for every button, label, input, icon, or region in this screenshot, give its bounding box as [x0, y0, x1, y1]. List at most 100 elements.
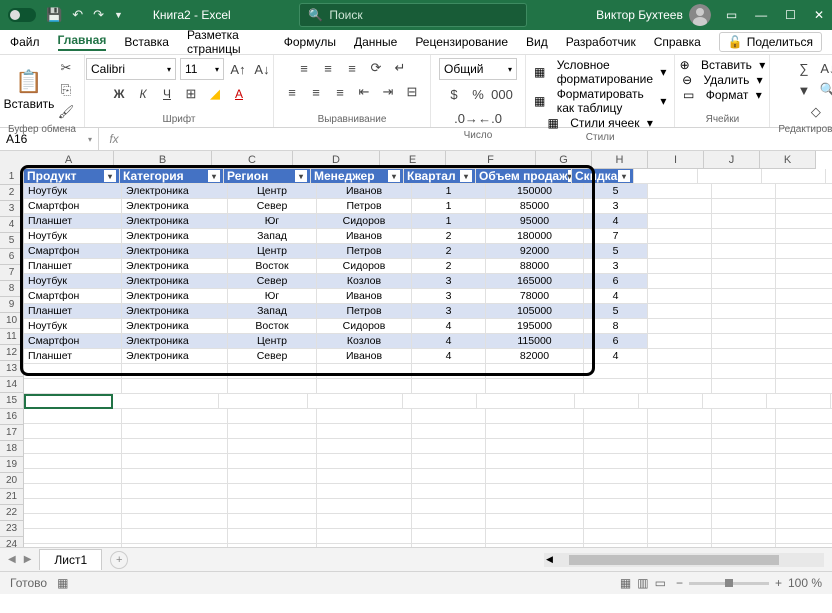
cell[interactable]: 3	[584, 259, 648, 274]
cell[interactable]: 4	[412, 334, 486, 349]
cell[interactable]	[317, 439, 412, 454]
cell[interactable]: 165000	[486, 274, 584, 289]
row-header[interactable]: 12	[0, 345, 24, 361]
cell[interactable]	[712, 364, 776, 379]
cell[interactable]	[648, 214, 712, 229]
row-header[interactable]: 6	[0, 249, 24, 265]
cell[interactable]: Смартфон	[24, 199, 122, 214]
delete-cells-button[interactable]: ⊖ Удалить ▾	[682, 73, 763, 87]
cell[interactable]: 180000	[486, 229, 584, 244]
cell[interactable]	[584, 529, 648, 544]
cell[interactable]: 6	[584, 274, 648, 289]
cell[interactable]	[712, 274, 776, 289]
row-header[interactable]: 17	[0, 425, 24, 441]
cell[interactable]	[412, 424, 486, 439]
cell[interactable]	[412, 499, 486, 514]
page-layout-icon[interactable]: ▥	[637, 576, 648, 590]
cell[interactable]	[317, 514, 412, 529]
cell[interactable]: Иванов	[317, 289, 412, 304]
cell[interactable]: Электроника	[122, 289, 228, 304]
cell[interactable]	[24, 484, 122, 499]
cell[interactable]	[317, 469, 412, 484]
cell[interactable]	[317, 364, 412, 379]
align-center-icon[interactable]: ≡	[306, 82, 326, 102]
cell[interactable]: 1	[412, 199, 486, 214]
cell[interactable]	[477, 394, 575, 409]
add-sheet-button[interactable]: +	[110, 551, 128, 569]
cell[interactable]: 7	[584, 229, 648, 244]
cell[interactable]	[486, 364, 584, 379]
cell[interactable]	[584, 469, 648, 484]
cell[interactable]: 4	[412, 349, 486, 364]
cell[interactable]	[648, 349, 712, 364]
cell[interactable]: Электроника	[122, 214, 228, 229]
cell[interactable]	[648, 484, 712, 499]
cell[interactable]	[228, 529, 317, 544]
cell[interactable]	[826, 169, 832, 184]
cell[interactable]	[648, 304, 712, 319]
tab-data[interactable]: Данные	[354, 35, 397, 49]
cell[interactable]: Центр	[228, 334, 317, 349]
cell[interactable]: 3	[412, 274, 486, 289]
zoom-slider[interactable]	[689, 582, 769, 585]
format-as-table-button[interactable]: ▦ Форматировать как таблицу ▾	[534, 87, 666, 115]
align-bottom-icon[interactable]: ≡	[342, 58, 362, 78]
format-cells-button[interactable]: ▭ Формат ▾	[683, 88, 762, 102]
cell[interactable]	[228, 439, 317, 454]
cell[interactable]: Ноутбук	[24, 229, 122, 244]
row-header[interactable]: 7	[0, 265, 24, 281]
cell[interactable]: 4	[584, 214, 648, 229]
cell[interactable]	[712, 424, 776, 439]
cell[interactable]: 85000	[486, 199, 584, 214]
font-name-select[interactable]: Calibri▾	[86, 58, 176, 80]
cell[interactable]	[24, 529, 122, 544]
cell[interactable]	[584, 544, 648, 547]
cell[interactable]	[24, 514, 122, 529]
cell[interactable]	[767, 394, 831, 409]
cell[interactable]: 82000	[486, 349, 584, 364]
scrollbar-thumb[interactable]	[569, 555, 779, 565]
conditional-formatting-button[interactable]: ▦ Условное форматирование ▾	[534, 58, 666, 86]
cell[interactable]: Козлов	[317, 274, 412, 289]
cell[interactable]: 2	[412, 259, 486, 274]
cell[interactable]	[122, 424, 228, 439]
cell[interactable]	[412, 379, 486, 394]
cell[interactable]: Петров	[317, 199, 412, 214]
cell[interactable]: Центр	[228, 184, 317, 199]
cell[interactable]	[486, 469, 584, 484]
cell[interactable]	[122, 499, 228, 514]
cell[interactable]	[712, 544, 776, 547]
increase-indent-icon[interactable]: ⇥	[378, 82, 398, 102]
cell[interactable]	[712, 244, 776, 259]
comma-icon[interactable]: 000	[492, 84, 512, 104]
tab-formulas[interactable]: Формулы	[284, 35, 336, 49]
cell[interactable]	[584, 499, 648, 514]
cell[interactable]	[712, 304, 776, 319]
cell[interactable]	[24, 439, 122, 454]
cell[interactable]	[776, 424, 832, 439]
macro-icon[interactable]: ▦	[57, 576, 68, 590]
cell[interactable]: Сидоров	[317, 214, 412, 229]
cell[interactable]	[122, 409, 228, 424]
filter-dropdown-icon[interactable]: ▾	[388, 170, 400, 182]
cell[interactable]	[228, 424, 317, 439]
row-header[interactable]: 18	[0, 441, 24, 457]
cell[interactable]	[776, 484, 832, 499]
zoom-out-icon[interactable]: −	[676, 576, 683, 590]
cell[interactable]: 2	[412, 244, 486, 259]
number-format-select[interactable]: Общий▾	[439, 58, 517, 80]
row-header[interactable]: 14	[0, 377, 24, 393]
cell[interactable]	[712, 229, 776, 244]
cell[interactable]: Электроника	[122, 274, 228, 289]
user-account[interactable]: Виктор Бухтеев	[596, 4, 711, 26]
column-header[interactable]: I	[648, 151, 704, 169]
cell[interactable]	[584, 424, 648, 439]
tab-file[interactable]: Файл	[10, 35, 40, 49]
tab-nav-prev[interactable]: ◀	[8, 554, 16, 565]
cell[interactable]	[648, 319, 712, 334]
cell[interactable]	[776, 289, 832, 304]
cell[interactable]: 3	[584, 199, 648, 214]
cell[interactable]	[486, 529, 584, 544]
tab-review[interactable]: Рецензирование	[415, 35, 508, 49]
cell[interactable]: 150000	[486, 184, 584, 199]
